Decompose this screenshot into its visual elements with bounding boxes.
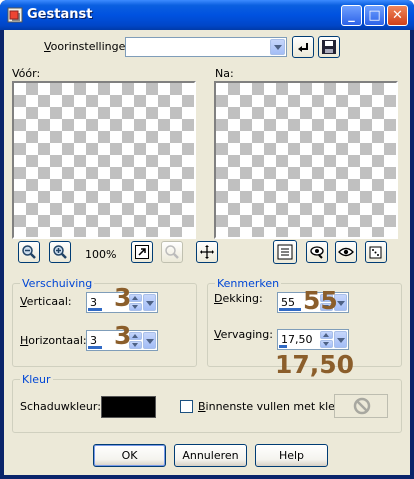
- cancel-button[interactable]: Annuleren: [174, 444, 247, 467]
- vertical-offset-overlay: 3: [114, 283, 132, 312]
- dice-icon: [369, 246, 382, 259]
- fit-to-window-icon: [135, 245, 149, 259]
- zoom-out-button[interactable]: [18, 241, 40, 263]
- vertical-offset-dropdown[interactable]: [143, 294, 156, 311]
- offset-group-title: Verschuiving: [20, 277, 95, 290]
- zoom-actual-icon: [165, 245, 179, 259]
- fill-inside-label: Binnenste vullen met kleur:: [198, 400, 350, 413]
- blur-overlay: 17,50: [275, 350, 355, 379]
- chevron-down-icon[interactable]: [270, 39, 285, 55]
- after-preview: [214, 81, 398, 239]
- ok-button[interactable]: OK: [93, 444, 166, 467]
- horizontal-offset-dropdown[interactable]: [143, 332, 156, 349]
- window-title: Gestanst: [27, 7, 93, 22]
- no-color-icon: [353, 397, 371, 415]
- fill-color-swatch[interactable]: [334, 394, 388, 418]
- vertical-offset-level-bar: [88, 308, 102, 311]
- save-preset-button[interactable]: [318, 36, 340, 58]
- actual-size-button[interactable]: [161, 241, 183, 263]
- color-group-title: Kleur: [20, 373, 53, 386]
- opacity-level-bar: [279, 308, 301, 311]
- horizontal-label: Horizontaal:: [20, 334, 87, 347]
- preview-list-icon: [277, 244, 293, 260]
- fit-to-window-button[interactable]: [131, 241, 153, 263]
- blur-level-bar: [279, 345, 287, 348]
- horizontal-offset-level-bar: [88, 346, 102, 349]
- dialog-client-area: Voorinstellingen: Vóór: Na: 100% Verschu…: [4, 30, 410, 475]
- zoom-in-button[interactable]: [49, 241, 71, 263]
- blur-step-buttons[interactable]: [320, 331, 333, 348]
- presets-label: Voorinstellingen:: [44, 40, 137, 53]
- before-label: Vóór:: [12, 67, 41, 80]
- vertical-label: Verticaal:: [20, 295, 72, 308]
- pan-button[interactable]: [196, 241, 218, 263]
- blur-dropdown[interactable]: [334, 331, 347, 348]
- close-button[interactable]: ✕: [387, 5, 408, 26]
- help-button[interactable]: Help: [255, 444, 328, 467]
- maximize-button[interactable]: □: [364, 5, 385, 26]
- floppy-disk-icon: [322, 40, 336, 54]
- proof-icon: [310, 246, 324, 259]
- horizontal-offset-overlay: 3: [114, 321, 132, 350]
- presets-dropdown[interactable]: [125, 37, 287, 57]
- opacity-overlay: 55: [303, 286, 338, 315]
- fill-inside-checkbox[interactable]: [180, 400, 193, 413]
- minimize-button[interactable]: _: [341, 5, 362, 26]
- before-preview[interactable]: [12, 81, 196, 239]
- shadow-color-swatch[interactable]: [101, 396, 156, 418]
- shadow-color-label: Schaduwkleur:: [20, 400, 101, 413]
- proof-button[interactable]: [306, 241, 328, 263]
- eye-icon: [338, 247, 354, 257]
- reset-arrow-icon: [298, 43, 308, 52]
- opacity-label: Dekking:: [214, 292, 263, 305]
- title-bar[interactable]: Gestanst _ □ ✕: [0, 0, 414, 30]
- after-label: Na:: [215, 67, 234, 80]
- proof-toggle-button[interactable]: [273, 240, 297, 264]
- drop-shadow-icon: [7, 7, 23, 23]
- zoom-out-icon: [22, 245, 36, 259]
- pan-move-icon: [200, 245, 214, 259]
- zoom-level: 100%: [85, 248, 117, 261]
- blur-spinner[interactable]: 17,50: [277, 329, 349, 350]
- zoom-in-icon: [53, 245, 67, 259]
- attributes-group-title: Kenmerken: [215, 277, 282, 290]
- dialog-window: Gestanst _ □ ✕ Voorinstellingen: Vóór: N…: [0, 0, 414, 479]
- blur-label: Vervaging:: [214, 328, 273, 341]
- auto-proof-button[interactable]: [335, 241, 357, 263]
- reset-button[interactable]: [292, 36, 314, 58]
- randomize-button[interactable]: [365, 241, 387, 263]
